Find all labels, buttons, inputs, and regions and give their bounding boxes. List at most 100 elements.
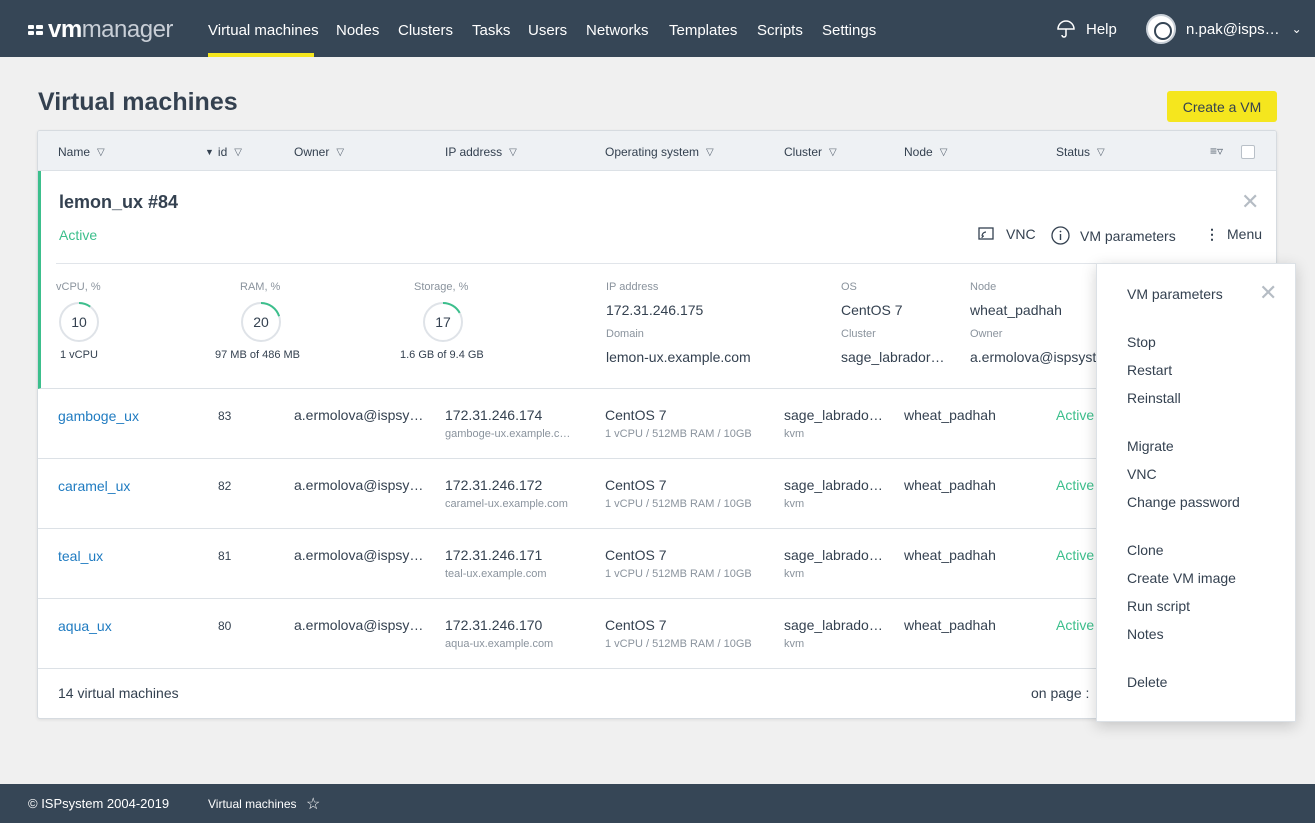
menu-item-vnc[interactable]: VNC	[1127, 466, 1157, 482]
logo-text-manager: manager	[81, 16, 174, 43]
vm-owner: a.ermolova@ispsy…	[294, 477, 424, 493]
divider	[56, 263, 1261, 264]
filter-icon[interactable]: ▽	[706, 147, 714, 158]
cluster-value[interactable]: sage_labrador…	[841, 349, 945, 365]
copyright: © ISPsystem 2004-2019	[28, 796, 170, 811]
filter-icon[interactable]: ▽	[234, 147, 242, 158]
col-ip-label: IP address	[445, 145, 503, 159]
col-ip[interactable]: IP address ▽	[445, 145, 517, 159]
status-badge: Active	[1056, 407, 1095, 423]
menu-item-delete[interactable]: Delete	[1127, 674, 1167, 690]
vm-os-spec: 1 vCPU / 512MB RAM / 10GB	[605, 428, 752, 440]
vm-name-link[interactable]: teal_ux	[58, 548, 103, 564]
vm-os: CentOS 7	[605, 617, 667, 633]
close-icon[interactable]: ✕	[1259, 280, 1277, 306]
col-status[interactable]: Status ▽	[1056, 145, 1105, 159]
vm-domain: caramel-ux.example.com	[445, 498, 568, 510]
menu-action[interactable]: ⋮ Menu	[1205, 226, 1262, 242]
close-icon[interactable]: ✕	[1241, 189, 1259, 215]
menu-item-change-password[interactable]: Change password	[1127, 494, 1240, 510]
vm-actions-menu: ✕ VM parameters Stop Restart Reinstall M…	[1096, 263, 1296, 722]
vm-cluster: sage_labrado…	[784, 547, 883, 563]
create-vm-button[interactable]: Create a VM	[1167, 91, 1277, 122]
column-settings-icon[interactable]: ≡▿	[1210, 144, 1223, 158]
table-row[interactable]: caramel_ux 82 a.ermolova@ispsy… 172.31.2…	[38, 459, 1276, 529]
filter-icon[interactable]: ▽	[940, 147, 948, 158]
vm-id: 80	[218, 619, 232, 633]
node-value[interactable]: wheat_padhah	[970, 302, 1062, 318]
menu-item-clone[interactable]: Clone	[1127, 542, 1164, 558]
col-id[interactable]: ▼ id ▽	[205, 145, 242, 159]
vm-domain: teal-ux.example.com	[445, 568, 547, 580]
vcpu-gauge: 10	[59, 302, 99, 342]
table-row[interactable]: aqua_ux 80 a.ermolova@ispsy… 172.31.246.…	[38, 599, 1276, 669]
vm-os-spec: 1 vCPU / 512MB RAM / 10GB	[605, 568, 752, 580]
vm-node: wheat_padhah	[904, 407, 996, 423]
filter-icon[interactable]: ▽	[829, 147, 837, 158]
vm-id: 81	[218, 549, 232, 563]
table-row[interactable]: gamboge_ux 83 a.ermolova@ispsy… 172.31.2…	[38, 389, 1276, 459]
vm-cluster-type: kvm	[784, 498, 805, 510]
user-menu[interactable]: n.pak@isps… ⌄	[1146, 14, 1302, 44]
vm-parameters-action[interactable]: VM parameters	[1051, 226, 1176, 245]
owner-label: Owner	[970, 328, 1003, 340]
nav-scripts[interactable]: Scripts	[757, 22, 803, 39]
nav-templates[interactable]: Templates	[669, 22, 737, 39]
col-cluster[interactable]: Cluster ▽	[784, 145, 837, 159]
nav-virtual-machines[interactable]: Virtual machines	[208, 22, 319, 39]
menu-item-reinstall[interactable]: Reinstall	[1127, 390, 1181, 406]
nav-networks[interactable]: Networks	[586, 22, 649, 39]
help-link[interactable]: Help	[1056, 19, 1117, 39]
node-label: Node	[970, 281, 997, 293]
col-os[interactable]: Operating system ▽	[605, 145, 714, 159]
vm-owner: a.ermolova@ispsy…	[294, 617, 424, 633]
vm-name-link[interactable]: gamboge_ux	[58, 408, 139, 424]
menu-item-restart[interactable]: Restart	[1127, 362, 1172, 378]
filter-icon[interactable]: ▽	[336, 147, 344, 158]
col-node[interactable]: Node ▽	[904, 145, 947, 159]
domain-value: lemon-ux.example.com	[606, 349, 751, 365]
select-all-checkbox[interactable]	[1241, 145, 1255, 159]
vm-node: wheat_padhah	[904, 547, 996, 563]
nav-users[interactable]: Users	[528, 22, 567, 39]
nav-tasks[interactable]: Tasks	[472, 22, 510, 39]
menu-item-migrate[interactable]: Migrate	[1127, 438, 1174, 454]
menu-item-vm-parameters[interactable]: VM parameters	[1127, 286, 1223, 302]
filter-icon[interactable]: ▽	[509, 147, 517, 158]
col-name[interactable]: Name ▽	[58, 145, 105, 159]
gauge-value: 10	[71, 314, 87, 330]
col-node-label: Node	[904, 145, 933, 159]
nav-nodes[interactable]: Nodes	[336, 22, 379, 39]
nav-clusters[interactable]: Clusters	[398, 22, 453, 39]
bottom-bar: © ISPsystem 2004-2019 Virtual machines ☆	[0, 784, 1315, 823]
filter-icon[interactable]: ▽	[97, 147, 105, 158]
table-row[interactable]: teal_ux 81 a.ermolova@ispsy… 172.31.246.…	[38, 529, 1276, 599]
table-header: Name ▽ ▼ id ▽ Owner ▽ IP address ▽ Operating …	[38, 131, 1276, 171]
app-logo[interactable]: vm manager	[28, 16, 173, 44]
nav-settings[interactable]: Settings	[822, 22, 876, 39]
col-owner-label: Owner	[294, 145, 330, 159]
umbrella-icon	[1057, 20, 1075, 38]
menu-item-stop[interactable]: Stop	[1127, 334, 1156, 350]
metric-label-storage: Storage, %	[414, 281, 469, 293]
vm-count: 14 virtual machines	[58, 685, 179, 701]
vm-owner: a.ermolova@ispsy…	[294, 547, 424, 563]
sort-desc-icon: ▼	[205, 147, 214, 157]
metric-sub-storage: 1.6 GB of 9.4 GB	[400, 349, 484, 361]
col-owner[interactable]: Owner ▽	[294, 145, 344, 159]
logo-text-vm: vm	[48, 16, 82, 43]
vnc-icon	[978, 227, 994, 240]
filter-icon[interactable]: ▽	[1097, 147, 1105, 158]
menu-item-run-script[interactable]: Run script	[1127, 598, 1190, 614]
vm-name-link[interactable]: caramel_ux	[58, 478, 130, 494]
menu-item-notes[interactable]: Notes	[1127, 626, 1164, 642]
vnc-action[interactable]: VNC	[978, 226, 1036, 242]
vm-cluster: sage_labrado…	[784, 617, 883, 633]
menu-label: Menu	[1227, 226, 1263, 242]
vm-name-link[interactable]: aqua_ux	[58, 618, 112, 634]
menu-item-create-vm-image[interactable]: Create VM image	[1127, 570, 1236, 586]
star-icon[interactable]: ☆	[306, 794, 320, 814]
col-name-label: Name	[58, 145, 91, 159]
ip-label: IP address	[606, 281, 659, 293]
vm-os: CentOS 7	[605, 547, 667, 563]
